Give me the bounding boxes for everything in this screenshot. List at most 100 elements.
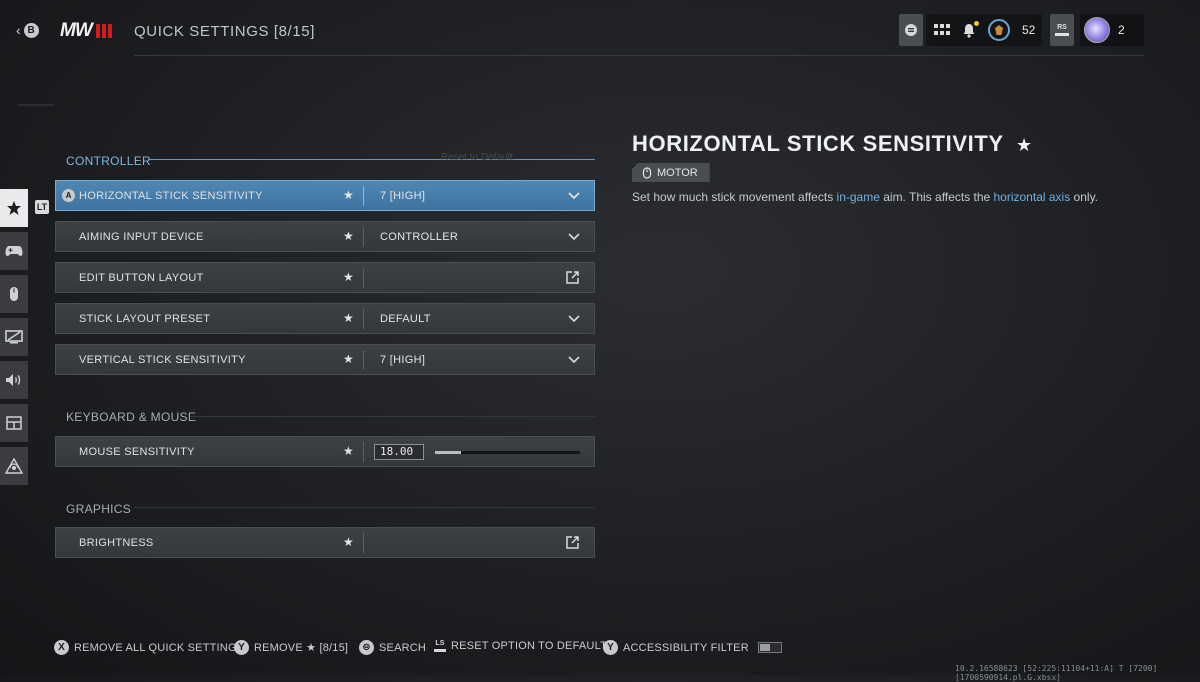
slider-fill [435,451,462,454]
desc-highlight: in-game [836,190,880,204]
section-divider-controller [148,159,595,160]
setting-label: AIMING INPUT DEVICE [79,231,204,243]
controller-icon [5,246,23,256]
external-link-icon[interactable] [566,536,579,549]
chevron-down-icon[interactable] [568,353,580,365]
setting-row-brightness[interactable]: BRIGHTNESS ★ [55,527,595,558]
favorite-star-icon[interactable]: ★ [343,229,354,243]
player-card[interactable]: 2 [1080,14,1144,46]
setting-row-vertical-stick-sensitivity[interactable]: VERTICAL STICK SENSITIVITY ★ 7 [HIGH] [55,344,595,375]
sidebar-item-graphics[interactable] [0,318,28,356]
sidebar-item-mouse[interactable] [0,275,28,313]
row-divider [363,309,364,329]
setting-value: CONTROLLER [380,231,459,243]
grid-menu-icon[interactable] [934,24,950,36]
ls-label: LS [435,640,445,647]
row-divider [363,268,364,288]
external-link-icon[interactable] [566,271,579,284]
footer-accessibility-filter[interactable]: Y ACCESSIBILITY FILTER [603,640,782,655]
notifications-button[interactable] [962,20,979,38]
setting-label: EDIT BUTTON LAYOUT [79,272,204,284]
chevron-down-icon[interactable] [568,230,580,242]
sidebar-item-network[interactable] [0,447,28,485]
chevron-down-icon[interactable] [568,189,580,201]
row-divider [363,350,364,370]
setting-label: HORIZONTAL STICK SENSITIVITY [79,190,263,202]
avatar [1084,17,1110,43]
favorite-star-icon[interactable]: ★ [343,188,354,202]
favorite-star-icon[interactable]: ★ [343,444,354,458]
footer-label: REMOVE ★ [8/15] [254,642,349,654]
favorite-star-icon[interactable]: ★ [343,352,354,366]
top-bar: ‹ B MW QUICK SETTINGS [8/15] 52 RS 2 [0,0,1200,56]
setting-label: BRIGHTNESS [79,537,154,549]
faded-reset-label: Reset to Default [441,152,513,163]
favorite-star-icon[interactable]: ★ [343,311,354,325]
section-title-graphics: GRAPHICS [66,502,132,516]
rs-button[interactable]: RS [1050,14,1074,46]
lt-badge-icon: LT [35,200,49,214]
row-divider [363,442,364,462]
back-button[interactable]: ‹ B [16,22,39,38]
section-divider-keyboard-mouse [190,416,595,417]
sidebar-item-controller[interactable] [0,232,28,270]
monitor-icon [5,330,23,344]
rank-value: 52 [1022,23,1036,37]
setting-row-horizontal-stick-sensitivity[interactable]: A HORIZONTAL STICK SENSITIVITY ★ 7 [HIGH… [55,180,595,211]
top-icons-group: 52 [926,14,1042,46]
desc-highlight: horizontal axis [993,190,1071,204]
setting-label: MOUSE SENSITIVITY [79,446,195,458]
mouse-sensitivity-slider[interactable] [435,451,580,454]
y-button-icon: Y [603,640,618,655]
social-icon [905,24,917,36]
x-button-icon: X [54,640,69,655]
row-divider [363,186,364,206]
setting-row-stick-layout-preset[interactable]: STICK LAYOUT PRESET ★ DEFAULT [55,303,595,334]
setting-value: 7 [HIGH] [380,354,426,366]
sidebar-item-interface[interactable] [0,404,28,442]
desc-text: Set how much stick movement affects [632,190,837,204]
tag-label: MOTOR [657,166,698,179]
header-divider [134,55,1144,56]
rs-label: RS [1057,24,1067,31]
mouse-sensitivity-input[interactable]: 18.00 [374,444,424,460]
setting-value: DEFAULT [380,313,431,325]
footer-reset-option[interactable]: LS RESET OPTION TO DEFAULT [434,640,607,652]
footer-label: SEARCH [379,641,427,654]
rank-icon [988,19,1010,41]
section-title-keyboard-mouse: KEYBOARD & MOUSE [66,410,197,424]
chevron-down-icon[interactable] [568,312,580,324]
detail-title: HORIZONTAL STICK SENSITIVITY ★ [632,131,1033,157]
row-divider [363,533,364,553]
setting-label: VERTICAL STICK SENSITIVITY [79,354,246,366]
motor-icon [642,166,652,179]
setting-row-edit-button-layout[interactable]: EDIT BUTTON LAYOUT ★ [55,262,595,293]
detail-title-text: HORIZONTAL STICK SENSITIVITY [632,131,1004,156]
star-icon [7,201,21,215]
build-info: 10.2.16588623 [52:225:11104+11:A] T [720… [955,664,1158,682]
social-button[interactable] [899,14,923,46]
accessibility-toggle[interactable] [757,642,782,653]
page-title: QUICK SETTINGS [8/15] [134,23,315,40]
footer-search[interactable]: ⊜ SEARCH [359,640,426,655]
section-divider-graphics [134,507,595,508]
sidebar-item-audio[interactable] [0,361,28,399]
desc-text: only. [1070,190,1099,204]
row-divider [363,227,364,247]
sidebar-item-favorites[interactable] [0,189,28,227]
footer-label: RESET OPTION TO DEFAULT [451,640,607,652]
b-button-icon: B [23,22,39,38]
logo-bars [95,24,112,38]
category-tag: MOTOR [632,163,710,182]
mouse-icon [10,287,18,301]
footer-label: REMOVE ALL QUICK SETTINGS [74,641,245,654]
search-button-icon: ⊜ [359,640,374,655]
footer-remove-favorite[interactable]: Y REMOVE ★ [8/15] [234,640,348,655]
setting-row-mouse-sensitivity[interactable]: MOUSE SENSITIVITY ★ 18.00 [55,436,595,467]
setting-row-aiming-input-device[interactable]: AIMING INPUT DEVICE ★ CONTROLLER [55,221,595,252]
favorite-star-icon[interactable]: ★ [343,535,354,549]
footer-remove-all[interactable]: X REMOVE ALL QUICK SETTINGS [54,640,244,655]
a-button-icon: A [62,189,75,202]
favorite-star-icon[interactable]: ★ [343,270,354,284]
favorite-star-icon: ★ [1016,135,1033,155]
